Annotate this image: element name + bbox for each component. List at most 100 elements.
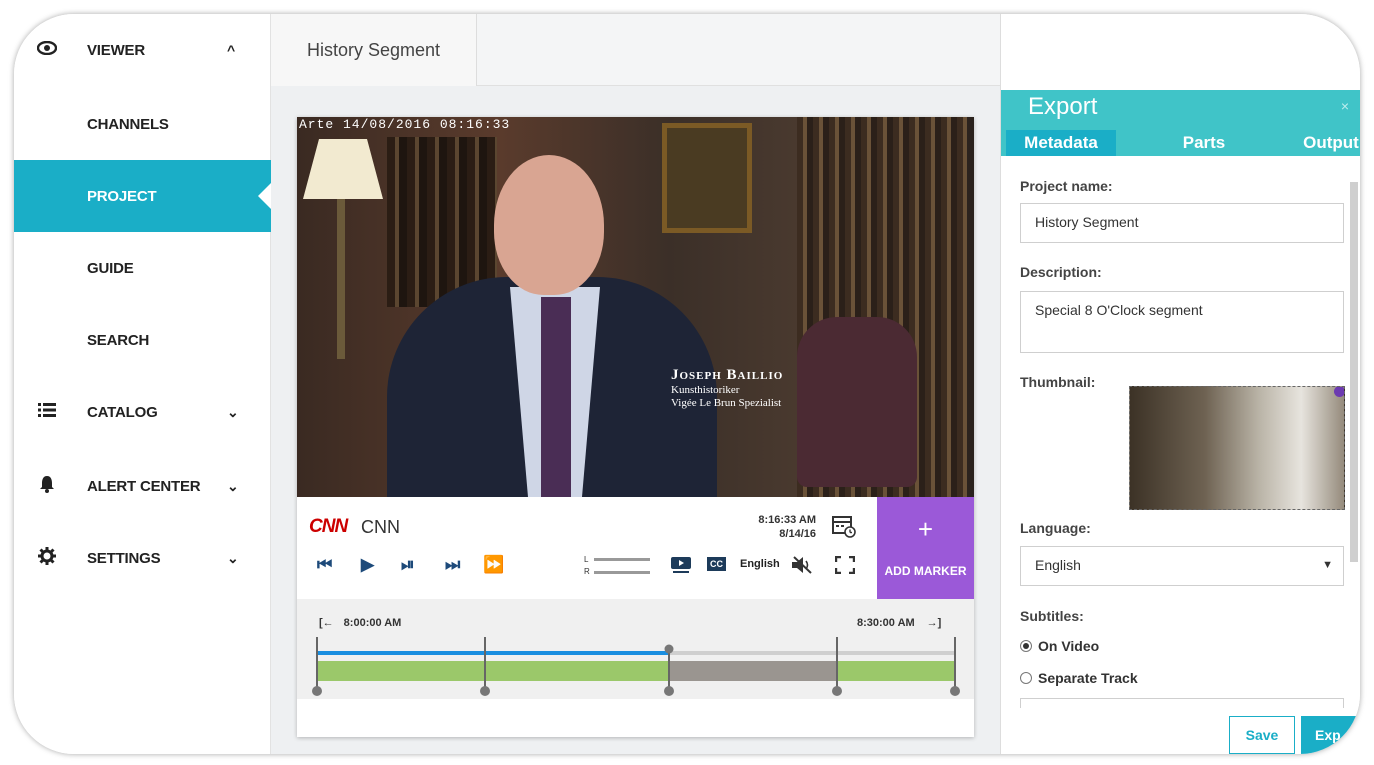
thumbnail-image[interactable]: [1129, 386, 1345, 510]
timeline[interactable]: [← 8:00:00 AM 8:30:00 AM →]: [297, 599, 974, 699]
level-l-label: L: [584, 555, 589, 564]
sidebar-item-alert-center[interactable]: ALERT CENTER ⌄: [14, 450, 271, 522]
scrollbar[interactable]: [1350, 182, 1358, 562]
video-person-head: [494, 155, 604, 295]
thumbnail-remove-icon[interactable]: [1334, 387, 1344, 397]
sidebar-item-search[interactable]: SEARCH: [14, 304, 271, 376]
sidebar-item-label: CHANNELS: [87, 115, 169, 133]
thumbnail-label: Thumbnail:: [1020, 374, 1096, 390]
timeline-marker-handle: [312, 686, 322, 696]
bell-icon: [36, 475, 58, 498]
description-textarea[interactable]: Special 8 O'Clock segment: [1020, 291, 1344, 353]
subtitles-on-video-radio[interactable]: On Video: [1020, 638, 1099, 654]
tab-bar: History Segment: [271, 14, 1000, 86]
caption-line-2: Vigée Le Brun Spezialist: [671, 397, 782, 409]
chevron-down-icon[interactable]: ⌄: [227, 404, 239, 421]
time-value: 8:16:33 AM: [758, 514, 816, 526]
video-osd-timestamp: Arte 14/08/2016 08:16:33: [299, 117, 511, 132]
skip-back-icon[interactable]: ⏮: [317, 555, 332, 575]
calendar-clock-icon[interactable]: [832, 514, 856, 544]
subtitles-label: Subtitles:: [1020, 608, 1084, 624]
timeline-remaining: [669, 651, 955, 655]
timestamp: 8:16:33 AM 8/14/16: [742, 513, 816, 541]
video-frame[interactable]: Arte 14/08/2016 08:16:33 Joseph Baillio …: [297, 117, 974, 497]
tab-output[interactable]: Output: [1276, 130, 1360, 156]
monitor-play-icon[interactable]: [670, 556, 692, 577]
player-controls: CNN CNN ⏮ ▶ ⏯ ⏭ ⏩ L R 8:16:33 AM 8/14/16: [297, 497, 974, 599]
timeline-marker-handle: [832, 686, 842, 696]
channel-name: CNN: [361, 517, 400, 537]
sidebar-item-catalog[interactable]: CATALOG ⌄: [14, 376, 271, 448]
radio-label: Separate Track: [1038, 670, 1138, 686]
sidebar-item-channels[interactable]: CHANNELS: [14, 88, 271, 160]
skip-forward-icon[interactable]: ⏭: [445, 555, 460, 575]
sidebar-item-guide[interactable]: GUIDE: [14, 232, 271, 304]
caption-name: Joseph Baillio: [671, 367, 784, 383]
player-panel: Arte 14/08/2016 08:16:33 Joseph Baillio …: [297, 117, 974, 737]
tab-parts[interactable]: Parts: [1149, 130, 1259, 156]
subtitles-separate-track-radio[interactable]: Separate Track: [1020, 670, 1138, 686]
close-icon[interactable]: ×: [1341, 98, 1349, 114]
sidebar-item-label: SEARCH: [87, 331, 150, 349]
radio-selected-icon: [1020, 640, 1032, 652]
step-forward-icon[interactable]: ⏯: [401, 555, 415, 575]
video-lamp-shade: [303, 139, 383, 199]
video-lamp-stand: [337, 199, 345, 359]
video-chair: [797, 317, 917, 487]
sidebar-item-project[interactable]: PROJECT: [14, 160, 272, 232]
sidebar-item-label: CATALOG: [87, 403, 158, 421]
eye-icon: [36, 40, 58, 60]
next-field-partial[interactable]: [1020, 698, 1344, 708]
level-r-label: R: [584, 567, 590, 576]
project-name-label: Project name:: [1020, 178, 1113, 194]
timeline-track[interactable]: [297, 599, 974, 699]
app-window: VIEWER ^ CHANNELS PROJECT GUIDE SEARCH C…: [14, 14, 1360, 754]
tab-history-segment[interactable]: History Segment: [271, 14, 477, 86]
chevron-up-icon[interactable]: ^: [227, 42, 235, 58]
chevron-down-icon[interactable]: ⌄: [227, 550, 239, 567]
sidebar-item-viewer[interactable]: VIEWER ^: [14, 14, 271, 86]
timeline-segment-green-1: [317, 661, 669, 681]
sidebar-item-label: GUIDE: [87, 259, 134, 277]
description-label: Description:: [1020, 264, 1102, 280]
video-person-tie: [541, 297, 571, 497]
save-button[interactable]: Save: [1229, 716, 1295, 754]
tab-metadata[interactable]: Metadata: [1006, 130, 1116, 156]
export-title: Export: [1028, 93, 1098, 120]
gear-icon: [36, 546, 58, 570]
timeline-marker-handle: [950, 686, 960, 696]
timeline-segment-gray: [669, 661, 837, 681]
language-select[interactable]: English ▼: [1020, 546, 1344, 586]
add-marker-plus-icon: +: [917, 514, 934, 544]
sidebar-item-label: PROJECT: [87, 187, 157, 205]
playhead-handle: [664, 644, 674, 654]
play-icon[interactable]: ▶: [361, 555, 374, 575]
sidebar-item-settings[interactable]: SETTINGS ⌄: [14, 522, 271, 594]
fast-forward-icon[interactable]: ⏩: [483, 555, 504, 575]
sidebar: VIEWER ^ CHANNELS PROJECT GUIDE SEARCH C…: [14, 14, 272, 754]
export-button[interactable]: Exp: [1301, 716, 1360, 754]
timeline-segment-green-2: [837, 661, 955, 681]
add-marker-button[interactable]: + ADD MARKER: [877, 497, 974, 599]
date-value: 8/14/16: [779, 528, 816, 540]
level-r-bar: [594, 571, 650, 574]
chevron-down-icon[interactable]: ⌄: [227, 478, 239, 495]
add-marker-label: ADD MARKER: [884, 564, 967, 578]
timeline-marker-handle: [664, 686, 674, 696]
video-painting: [662, 123, 752, 233]
radio-unselected-icon: [1020, 672, 1032, 684]
audio-language-label[interactable]: English: [740, 558, 780, 570]
project-name-input[interactable]: History Segment: [1020, 203, 1344, 243]
timeline-marker-handle: [480, 686, 490, 696]
fullscreen-icon[interactable]: [834, 555, 856, 577]
video-caption: Joseph Baillio Kunsthistoriker Vigée Le …: [671, 367, 783, 410]
mute-icon[interactable]: [791, 556, 813, 577]
timeline-progress: [317, 651, 669, 655]
sidebar-item-label: VIEWER: [87, 41, 145, 59]
dropdown-arrow-icon: ▼: [1322, 559, 1333, 571]
sidebar-item-label: SETTINGS: [87, 549, 161, 567]
level-l-bar: [594, 558, 650, 561]
closed-caption-icon[interactable]: CC: [707, 557, 726, 571]
export-panel: Export × Metadata Parts Output Project n…: [1000, 14, 1360, 754]
radio-label: On Video: [1038, 638, 1100, 654]
